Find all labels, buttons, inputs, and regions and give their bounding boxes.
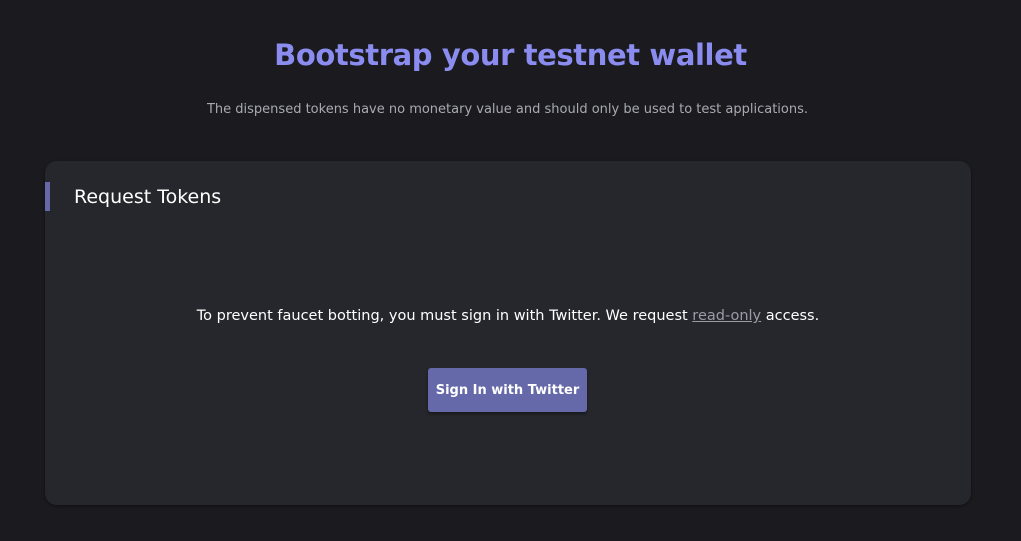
request-tokens-card: Request Tokens To prevent faucet botting…: [45, 161, 971, 505]
card-title: Request Tokens: [74, 186, 222, 208]
read-only-link[interactable]: read-only: [692, 308, 761, 324]
signin-instructions-text: To prevent faucet botting, you must sign…: [196, 308, 693, 324]
page-title: Bootstrap your testnet wallet: [274, 38, 747, 72]
signin-instructions-suffix: access.: [761, 308, 820, 324]
sign-in-with-twitter-button[interactable]: Sign In with Twitter: [428, 368, 587, 412]
card-accent-bar: [45, 182, 50, 211]
page-subtitle: The dispensed tokens have no monetary va…: [206, 102, 809, 117]
signin-instructions: To prevent faucet botting, you must sign…: [45, 306, 971, 326]
